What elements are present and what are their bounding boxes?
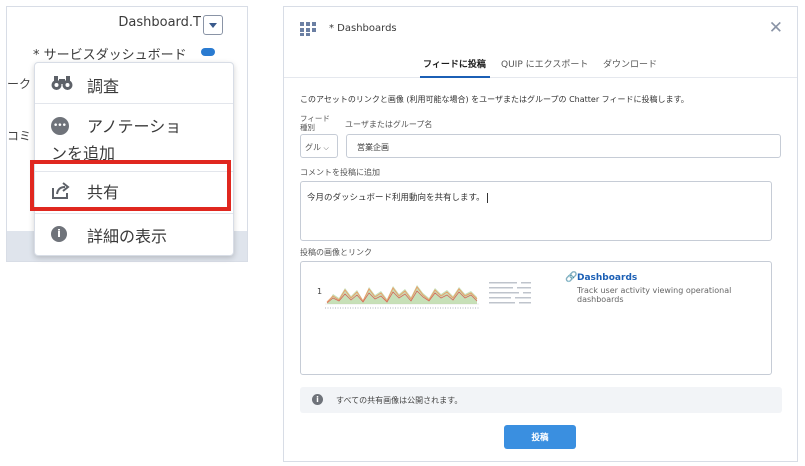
share-dialog: * Dashboards ✕ フィードに投稿 QUIP にエクスポート ダウンロ…	[283, 6, 798, 462]
dashboard-thumbnail: 1	[317, 282, 531, 309]
user-group-label: ユーザまたはグループ名	[345, 120, 433, 129]
menu-item-show-details[interactable]: i 詳細の表示	[35, 223, 233, 247]
menu-item-explore[interactable]: 調査	[35, 73, 233, 97]
tab-post-to-feed[interactable]: フィードに投稿	[423, 57, 486, 70]
user-group-input[interactable]: 営業企画	[346, 134, 781, 158]
link-icon: 🔗	[565, 272, 578, 283]
toggle-icon	[201, 48, 215, 56]
post-button[interactable]: 投稿	[504, 425, 576, 449]
text-cursor	[486, 192, 488, 203]
preview-link-description: Track user activity viewing operational …	[577, 286, 732, 304]
dialog-description: このアセットのリンクと画像 (利用可能な場合) をユーザまたはグループの Cha…	[300, 95, 689, 104]
dashboard-app-icon	[300, 22, 316, 36]
menu-item-label: 調査	[87, 77, 120, 96]
comment-value: 今月のダッシュボード利用動向を共有します。	[307, 193, 485, 203]
feed-type-value: グル	[305, 143, 321, 152]
menu-item-label: 詳細の表示	[87, 227, 168, 246]
feed-type-label: フィード種別	[300, 114, 330, 132]
dialog-header: * Dashboards ✕	[284, 7, 797, 51]
preview-link-title[interactable]: Dashboards	[577, 273, 637, 283]
comment-textarea[interactable]: 今月のダッシュボード利用動向を共有します。	[300, 181, 772, 241]
tabs-divider	[284, 77, 797, 78]
preview-label: 投稿の画像とリンク	[300, 248, 372, 257]
dashboard-title: Dashboard.T	[118, 15, 201, 30]
menu-divider	[35, 103, 233, 104]
feed-type-select[interactable]: グル ⌵	[300, 134, 338, 158]
notice-text: すべての共有画像は公開されます。	[336, 396, 463, 405]
background-text-fragment: コミ	[7, 129, 32, 143]
public-image-notice: i すべての共有画像は公開されます。	[300, 387, 782, 413]
info-icon: i	[312, 394, 323, 405]
chevron-down-icon: ⌵	[323, 144, 329, 152]
info-icon: i	[51, 226, 67, 242]
widget-dropdown-button[interactable]	[203, 15, 223, 35]
binoculars-icon	[51, 75, 73, 95]
dashboard-widget-panel: Dashboard.T * サービスダッシュボード ーク コミ 調査 アノテーシ…	[6, 6, 248, 262]
post-preview-box: 1 🔗 Dashboards Track user activity viewi…	[300, 261, 772, 375]
menu-item-label: アノテーションを追加	[51, 117, 182, 163]
svg-text:1: 1	[317, 287, 322, 296]
active-tab-indicator	[420, 76, 490, 78]
tab-download[interactable]: ダウンロード	[603, 57, 657, 70]
share-highlight-box	[30, 160, 231, 211]
menu-item-add-annotation[interactable]: アノテーションを追加	[35, 113, 233, 165]
widget-action-menu: 調査 アノテーションを追加 共有 i 詳細の表示	[34, 62, 234, 256]
user-group-value: 営業企画	[357, 143, 389, 152]
comment-label: コメントを投稿に追加	[300, 168, 380, 177]
widget-subtitle: * サービスダッシュボード	[33, 48, 187, 63]
tab-export-to-quip[interactable]: QUIP にエクスポート	[501, 57, 588, 70]
dialog-title: * Dashboards	[329, 23, 397, 34]
background-text-fragment: ーク	[7, 77, 32, 91]
menu-divider	[35, 213, 233, 214]
close-icon[interactable]: ✕	[769, 18, 783, 38]
